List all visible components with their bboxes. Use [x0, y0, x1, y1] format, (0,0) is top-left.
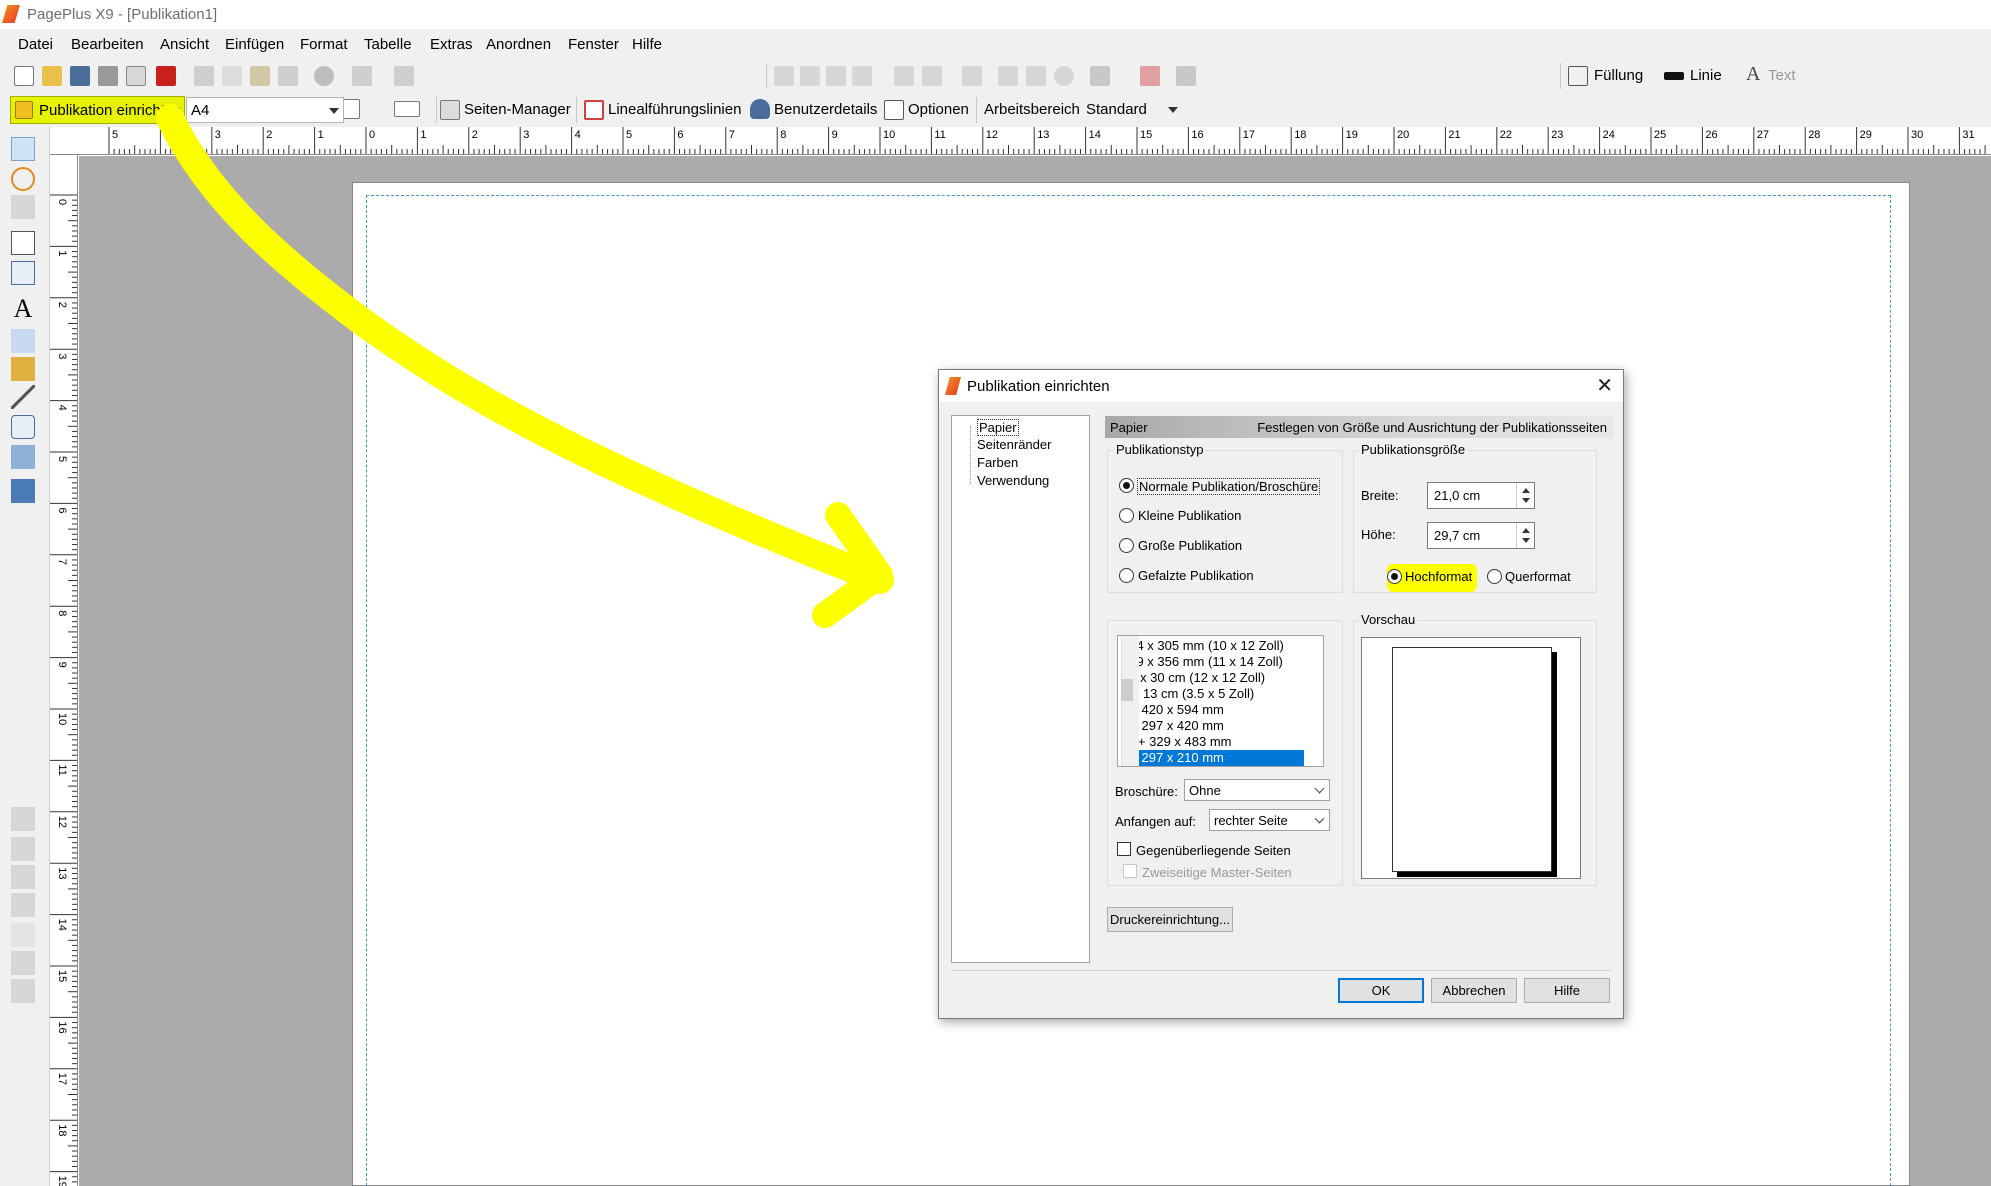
cancel-button[interactable]: Abbrechen: [1431, 978, 1517, 1003]
dialog-divider: [951, 970, 1611, 971]
preview-title: Vorschau: [1359, 612, 1418, 627]
landscape-radio[interactable]: [1487, 569, 1502, 584]
height-stepper[interactable]: [1516, 523, 1534, 548]
width-spinner[interactable]: 21,0 cm: [1427, 482, 1535, 509]
start-on-value: rechter Seite: [1214, 813, 1288, 828]
list-item[interactable]: 279 x 356 mm (11 x 14 Zoll): [1121, 654, 1304, 670]
start-on-label: Anfangen auf:: [1115, 814, 1196, 829]
tree-item-seitenraender[interactable]: Seitenränder: [977, 437, 1051, 452]
height-spinner[interactable]: 29,7 cm: [1427, 522, 1535, 549]
width-label: Breite:: [1361, 488, 1399, 503]
type-folded-label[interactable]: Gefalzte Publikation: [1138, 568, 1254, 583]
dual-master-checkbox[interactable]: [1123, 864, 1137, 878]
brochure-label: Broschüre:: [1115, 784, 1178, 799]
facing-pages-checkbox[interactable]: [1117, 842, 1131, 856]
scrollbar-thumb[interactable]: [1121, 679, 1133, 701]
settings-tree: Papier Seitenränder Farben Verwendung: [951, 415, 1090, 963]
tree-item-papier[interactable]: Papier: [977, 419, 1019, 436]
brochure-value: Ohne: [1189, 783, 1221, 798]
dual-master-label[interactable]: Zweiseitige Master-Seiten: [1142, 865, 1292, 880]
type-normal-label[interactable]: Normale Publikation/Broschüre: [1137, 478, 1321, 495]
list-item[interactable]: 9 x 13 cm (3.5 x 5 Zoll): [1121, 686, 1304, 702]
list-item[interactable]: A2 420 x 594 mm: [1121, 702, 1304, 718]
dialog-title-bar: Publikation einrichten ✕: [939, 370, 1623, 402]
list-item[interactable]: 30 x 30 cm (12 x 12 Zoll): [1121, 670, 1304, 686]
dialog-title: Publikation einrichten: [967, 378, 1110, 395]
section-header: Papier Festlegen von Größe und Ausrichtu…: [1105, 416, 1613, 438]
width-value: 21,0 cm: [1434, 488, 1481, 503]
brochure-select[interactable]: Ohne: [1184, 779, 1330, 801]
section-header-description: Festlegen von Größe und Ausrichtung der …: [1257, 420, 1607, 435]
publication-size-title: Publikationsgröße: [1359, 442, 1468, 457]
list-item-selected[interactable]: A4 297 x 210 mm: [1121, 750, 1304, 766]
page-preview: [1361, 637, 1581, 879]
type-large-label[interactable]: Große Publikation: [1138, 538, 1242, 553]
tree-line: [970, 426, 971, 484]
publication-setup-dialog: Publikation einrichten ✕ Papier Seitenrä…: [938, 369, 1624, 1019]
landscape-label[interactable]: Querformat: [1505, 569, 1571, 584]
list-item[interactable]: A3+ 329 x 483 mm: [1121, 734, 1304, 750]
list-scrollbar[interactable]: [1121, 636, 1139, 766]
section-header-title: Papier: [1110, 420, 1148, 435]
app-logo-icon: [945, 377, 961, 395]
printer-setup-button[interactable]: Druckereinrichtung...: [1107, 907, 1233, 932]
type-normal-radio[interactable]: [1119, 478, 1134, 493]
portrait-radio[interactable]: [1387, 569, 1402, 584]
type-small-label[interactable]: Kleine Publikation: [1138, 508, 1241, 523]
paper-size-list[interactable]: 254 x 305 mm (10 x 12 Zoll) 279 x 356 mm…: [1117, 635, 1324, 767]
close-icon[interactable]: ✕: [1596, 373, 1613, 398]
type-folded-radio[interactable]: [1119, 568, 1134, 583]
type-large-radio[interactable]: [1119, 538, 1134, 553]
start-on-select[interactable]: rechter Seite: [1209, 809, 1330, 831]
chevron-down-icon: [1314, 813, 1325, 824]
tree-item-verwendung[interactable]: Verwendung: [977, 473, 1049, 488]
publication-type-title: Publikationstyp: [1114, 442, 1206, 457]
facing-pages-label[interactable]: Gegenüberliegende Seiten: [1136, 843, 1291, 858]
tree-item-farben[interactable]: Farben: [977, 455, 1018, 470]
type-small-radio[interactable]: [1119, 508, 1134, 523]
list-item[interactable]: 254 x 305 mm (10 x 12 Zoll): [1121, 638, 1304, 654]
preview-page: [1392, 647, 1552, 872]
list-item[interactable]: A3 297 x 420 mm: [1121, 718, 1304, 734]
width-stepper[interactable]: [1516, 483, 1534, 508]
height-label: Höhe:: [1361, 527, 1396, 542]
ok-button[interactable]: OK: [1338, 978, 1424, 1003]
help-button[interactable]: Hilfe: [1524, 978, 1610, 1003]
height-value: 29,7 cm: [1434, 528, 1481, 543]
portrait-label[interactable]: Hochformat: [1405, 569, 1472, 584]
chevron-down-icon: [1314, 783, 1325, 794]
